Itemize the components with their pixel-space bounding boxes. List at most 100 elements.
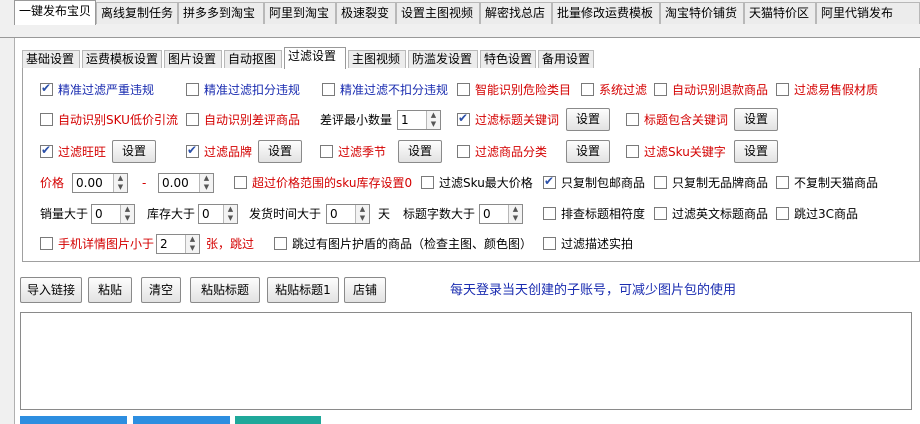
- tab-taobao-special[interactable]: 淘宝特价铺货: [660, 2, 744, 24]
- label-over-range: 超过价格范围的sku库存设置0: [252, 176, 413, 190]
- ship-time-value: 0: [330, 207, 338, 221]
- checkbox-no-tmall[interactable]: [776, 176, 789, 189]
- label-detail-image-tail: 张，跳过: [206, 237, 255, 251]
- checkbox-title-keyword[interactable]: [457, 111, 470, 126]
- checkbox-title-contains[interactable]: [626, 113, 639, 126]
- stock-stepper[interactable]: 0 ▲ ▼: [198, 204, 238, 224]
- checkbox-refund-item[interactable]: [654, 83, 667, 96]
- tab-offline-copy[interactable]: 离线复制任务: [96, 2, 178, 24]
- label-desc-photo: 过滤描述实拍: [561, 237, 634, 251]
- checkbox-severe-violation[interactable]: [40, 81, 53, 96]
- tab-ali-to-taobao[interactable]: 阿里到淘宝: [264, 2, 336, 24]
- label-system-filter: 系统过滤: [599, 83, 648, 97]
- bottom-bar-1[interactable]: [20, 416, 127, 424]
- checkbox-fake-material[interactable]: [776, 83, 789, 96]
- tab-ali-dropship[interactable]: 阿里代销发布: [816, 2, 920, 24]
- bottom-bar-2[interactable]: [133, 416, 230, 424]
- wangwang-settings-button[interactable]: 设置: [112, 140, 156, 163]
- label-sku-keyword: 过滤Sku关键字: [644, 145, 726, 159]
- min-bad-review-value: 1: [401, 113, 409, 127]
- label-price: 价格: [40, 176, 65, 190]
- price-min-stepper[interactable]: 0.00 ▲ ▼: [72, 173, 128, 193]
- checkbox-category[interactable]: [457, 145, 470, 158]
- checkbox-detail-image[interactable]: [40, 237, 53, 250]
- stepper-arrows-icon[interactable]: ▲ ▼: [199, 174, 213, 192]
- checkbox-over-range[interactable]: [234, 176, 247, 189]
- label-skip-3c: 跳过3C商品: [794, 207, 859, 221]
- subtab-backup[interactable]: 备用设置: [538, 50, 594, 69]
- label-ship-unit: 天: [378, 207, 391, 221]
- subtab-feature[interactable]: 特色设置: [480, 50, 536, 69]
- checkbox-danger-category[interactable]: [457, 83, 470, 96]
- label-no-brand: 只复制无品牌商品: [672, 176, 769, 190]
- tab-find-shop[interactable]: 解密找总店: [480, 2, 552, 24]
- title-length-stepper[interactable]: 0 ▲ ▼: [479, 204, 523, 224]
- link-textarea[interactable]: [20, 312, 912, 410]
- title-length-value: 0: [483, 207, 491, 221]
- title-contains-settings-button[interactable]: 设置: [734, 108, 778, 131]
- checkbox-bad-review[interactable]: [186, 113, 199, 126]
- subtab-cutout[interactable]: 自动抠图: [224, 50, 282, 69]
- tab-freight-template[interactable]: 批量修改运费模板: [552, 2, 660, 24]
- shop-button[interactable]: 店铺: [344, 277, 386, 303]
- price-range-dash: -: [142, 176, 147, 190]
- checkbox-title-similarity[interactable]: [543, 207, 556, 220]
- brand-settings-button[interactable]: 设置: [258, 140, 302, 163]
- stepper-arrows-icon[interactable]: ▲ ▼: [426, 111, 440, 129]
- label-free-shipping: 只复制包邮商品: [561, 176, 646, 190]
- label-severe-violation: 精准过滤严重违规: [58, 83, 155, 97]
- subtab-anti-spam[interactable]: 防滥发设置: [408, 50, 478, 69]
- paste-title1-button[interactable]: 粘贴标题1: [267, 277, 339, 303]
- sales-stepper[interactable]: 0 ▲ ▼: [91, 204, 135, 224]
- checkbox-nondeduct-violation[interactable]: [322, 83, 335, 96]
- paste-button[interactable]: 粘贴: [88, 277, 132, 303]
- checkbox-wangwang[interactable]: [40, 143, 53, 158]
- tab-tmall-special[interactable]: 天猫特价区: [744, 2, 816, 24]
- sku-keyword-settings-button[interactable]: 设置: [734, 140, 778, 163]
- clear-button[interactable]: 清空: [141, 277, 181, 303]
- label-title-length: 标题字数大于: [403, 207, 476, 221]
- stepper-arrows-icon[interactable]: ▲ ▼: [223, 205, 237, 223]
- checkbox-sku-max-price[interactable]: [421, 176, 434, 189]
- checkbox-free-shipping[interactable]: [543, 174, 556, 189]
- subtab-image[interactable]: 图片设置: [164, 50, 222, 69]
- checkbox-sku-low-price[interactable]: [40, 113, 53, 126]
- checkbox-no-brand[interactable]: [654, 176, 667, 189]
- checkbox-skip-image-shield[interactable]: [274, 237, 287, 250]
- subtab-filter[interactable]: 过滤设置: [284, 47, 346, 69]
- detail-image-stepper[interactable]: 2 ▲ ▼: [156, 234, 200, 254]
- tab-main-video[interactable]: 设置主图视频: [396, 2, 480, 24]
- stepper-arrows-icon[interactable]: ▲ ▼: [113, 174, 127, 192]
- checkbox-sku-keyword[interactable]: [626, 145, 639, 158]
- category-settings-button[interactable]: 设置: [566, 140, 610, 163]
- subtab-video[interactable]: 主图视频: [348, 50, 406, 69]
- checkbox-english-title[interactable]: [654, 207, 667, 220]
- label-stock: 库存大于: [147, 207, 196, 221]
- stepper-arrows-icon[interactable]: ▲ ▼: [185, 235, 199, 253]
- stepper-arrows-icon[interactable]: ▲ ▼: [120, 205, 134, 223]
- stepper-arrows-icon[interactable]: ▲ ▼: [508, 205, 522, 223]
- stock-value: 0: [202, 207, 210, 221]
- detail-image-value: 2: [160, 237, 168, 251]
- stepper-arrows-icon[interactable]: ▲ ▼: [355, 205, 369, 223]
- checkbox-brand[interactable]: [186, 143, 199, 158]
- season-settings-button[interactable]: 设置: [398, 140, 442, 163]
- price-max-stepper[interactable]: 0.00 ▲ ▼: [158, 173, 214, 193]
- tab-fast-fission[interactable]: 极速裂变: [336, 2, 396, 24]
- checkbox-deduct-violation[interactable]: [186, 83, 199, 96]
- paste-title-button[interactable]: 粘贴标题: [190, 277, 260, 303]
- bottom-bar-3[interactable]: [235, 416, 321, 424]
- min-bad-review-stepper[interactable]: 1 ▲ ▼: [397, 110, 441, 130]
- subtab-basic[interactable]: 基础设置: [22, 50, 80, 69]
- ship-time-stepper[interactable]: 0 ▲ ▼: [326, 204, 370, 224]
- checkbox-season[interactable]: [320, 145, 333, 158]
- tab-one-click-publish[interactable]: 一键发布宝贝: [14, 0, 96, 25]
- title-keyword-settings-button[interactable]: 设置: [566, 108, 610, 131]
- import-link-button[interactable]: 导入链接: [20, 277, 82, 303]
- checkbox-desc-photo[interactable]: [543, 237, 556, 250]
- checkbox-system-filter[interactable]: [581, 83, 594, 96]
- label-brand: 过滤品牌: [204, 145, 253, 159]
- tab-pdd-to-taobao[interactable]: 拼多多到淘宝: [178, 2, 264, 24]
- checkbox-skip-3c[interactable]: [776, 207, 789, 220]
- subtab-freight[interactable]: 运费模板设置: [82, 50, 162, 69]
